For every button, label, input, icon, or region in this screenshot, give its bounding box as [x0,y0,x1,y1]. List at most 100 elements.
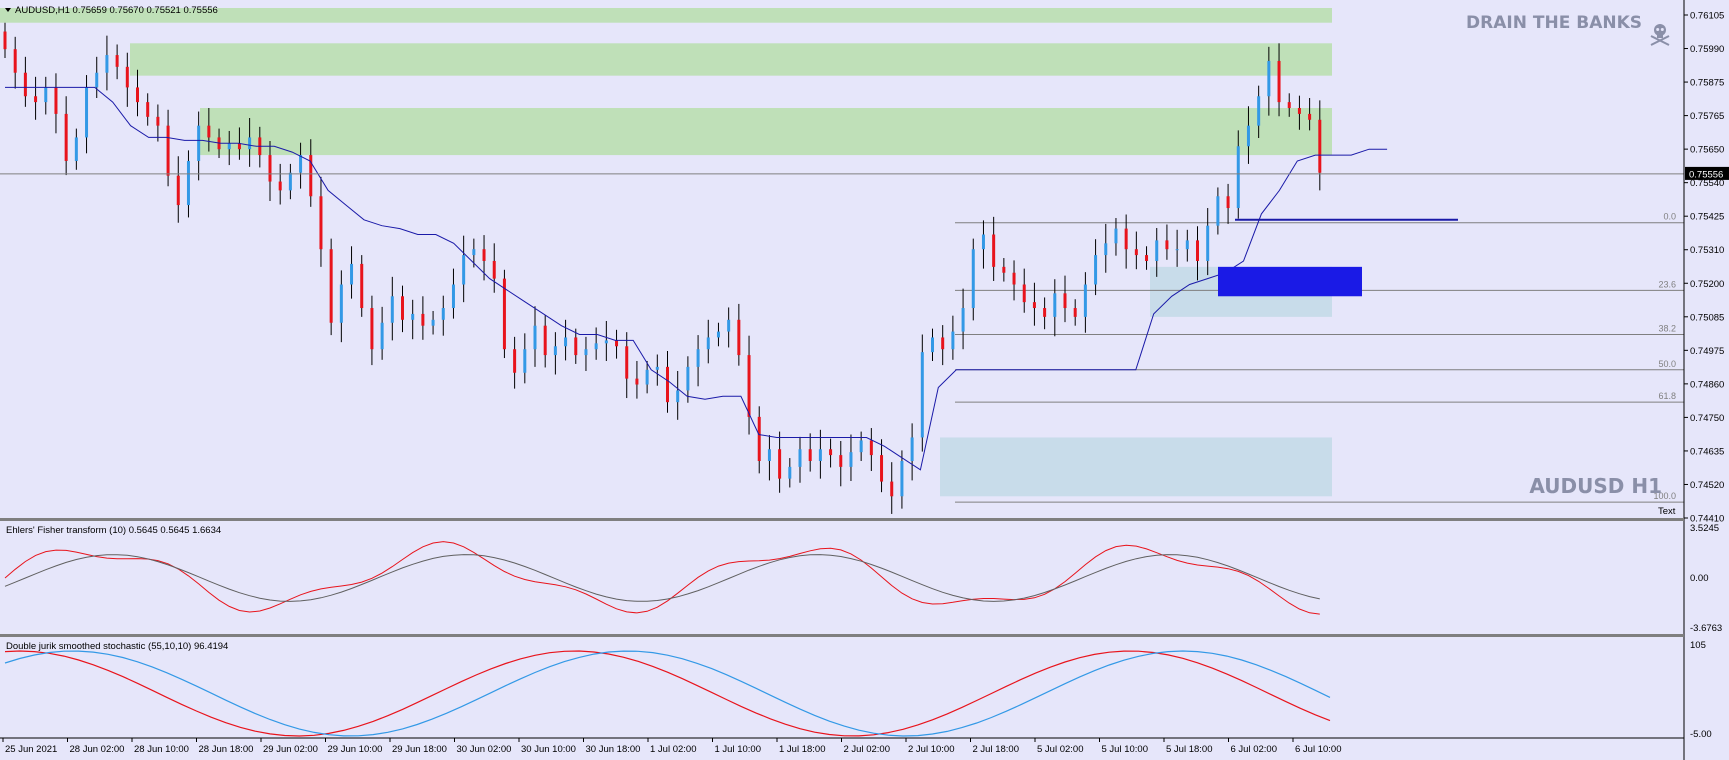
pane-separator-1[interactable] [0,518,1684,521]
candle-body [1246,125,1250,147]
candle-body [1012,272,1016,285]
candle-body [1073,308,1077,317]
candle-body [655,366,659,370]
fib-level-label: 50.0 [1658,359,1676,369]
candle-body [880,455,884,482]
candle-body [441,308,445,320]
candle-body [1216,196,1220,226]
candle-body [85,87,89,138]
jurik-axis-top: 105 [1690,640,1706,651]
chart-stage: 0.023.638.250.061.8100.0 AUDUSD,H1 0.756… [0,0,1729,760]
candle-body [186,160,190,206]
candle-body [1318,119,1322,173]
candle-body [3,31,7,50]
candle-body [1155,240,1159,261]
candle-body [380,322,384,350]
time-axis[interactable]: 25 Jun 2021 28 Jun 02:00 28 Jun 10:00 28 Ju… [2,738,1341,755]
candle-body [64,113,68,161]
candle-body [818,449,822,461]
candle-body [808,449,812,461]
price-axis-label: 0.74750 [1690,413,1724,424]
candle-body [778,449,782,479]
fisher-trigger-line [4,554,1320,602]
candle-body [859,440,863,453]
demand-zone[interactable] [940,437,1332,497]
candle-body [115,55,119,67]
candle-body [869,440,873,456]
price-axis-label: 0.74635 [1690,446,1724,457]
candle-body [1175,249,1179,251]
candle-body [411,313,415,320]
supply-zone[interactable] [130,43,1332,76]
price-axis[interactable]: 0.76105 0.75990 0.75875 0.75765 0.75650 0.755… [1684,11,1724,525]
time-axis-label: 6 Jul 02:00 [1231,744,1277,755]
candle-body [268,155,272,182]
candle-body [207,125,211,138]
candle-body [1206,225,1210,261]
candle-body [1134,249,1138,256]
time-axis-label: 30 Jun 10:00 [521,744,576,755]
candle-body [421,313,425,326]
candle-body [604,340,608,344]
time-axis-label: 30 Jun 18:00 [586,744,641,755]
candle-body [747,355,751,417]
candle-body [513,349,517,373]
candle-body [74,137,78,161]
main-chart-bg [0,0,1684,518]
supply-zone[interactable] [200,108,1332,156]
candle-body [350,263,354,285]
candle-body [1185,240,1189,250]
price-axis-label: 0.74860 [1690,379,1724,390]
fisher-transform-pane: Ehlers' Fisher transform (10) 0.5645 0.5… [4,523,1722,634]
candle-body [666,366,669,403]
jurik-label: Double jurik smoothed stochastic (55,10,… [6,641,228,652]
current-price-tag: 0.75556 [1685,166,1729,180]
candle-body [625,346,629,379]
time-axis-label: 2 Jul 18:00 [973,744,1019,755]
price-axis-label: 0.75650 [1690,145,1724,156]
price-axis-label: 0.75200 [1690,279,1724,290]
watermark-top: DRAIN THE BANKS [1466,13,1642,33]
candle-body [543,325,547,356]
candle-body [1094,255,1098,285]
text-object[interactable]: Text [1658,506,1676,517]
watermark-bottom: AUDUSD H1 [1529,474,1662,498]
candle-body [44,87,48,103]
candle-body [584,349,588,356]
pane-separator-2[interactable] [0,634,1684,637]
jurik-stochastic-pane: Double jurik smoothed stochastic (55,10,… [4,640,1712,740]
candle-body [839,455,843,467]
time-axis-label: 30 Jun 02:00 [457,744,512,755]
candle-body [798,449,802,467]
fisher-axis-bottom: -3.6763 [1690,623,1722,634]
price-axis-label: 0.75425 [1690,212,1724,223]
candle-body [1104,243,1108,256]
candle-body [686,366,690,391]
candle-body [1308,113,1312,120]
candle-body [370,308,374,350]
candle-body [156,116,160,126]
time-axis-label: 6 Jul 10:00 [1295,744,1341,755]
candle-body [1297,108,1301,114]
candle-body [931,337,934,353]
candle-body [574,337,578,356]
candle-body [54,87,58,114]
fib-level-label: 0.0 [1663,212,1676,222]
candle-body [553,346,557,356]
candle-body [390,296,394,323]
candle-body [237,143,241,150]
symbol-header: AUDUSD,H1 0.75659 0.75670 0.75521 0.7555… [15,5,218,16]
time-axis-label: 1 Jul 18:00 [779,744,825,755]
candle-body [1257,96,1261,126]
candle-body [401,296,404,320]
candle-body [523,349,527,373]
candle-body [23,72,27,97]
candle-body [1032,302,1036,309]
candle-body [1226,196,1230,209]
fib-level-label: 61.8 [1658,391,1676,401]
candle-body [615,340,619,347]
candle-body [890,481,894,497]
candle-body [431,319,435,326]
candle-body [1022,284,1026,303]
highlight-box[interactable] [1218,266,1362,297]
